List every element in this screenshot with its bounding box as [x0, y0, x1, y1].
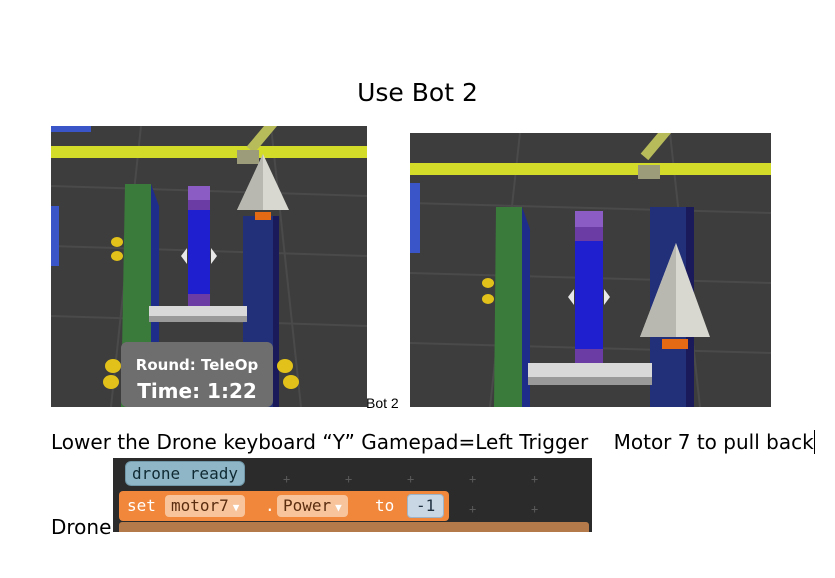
grid-dot: + — [469, 472, 477, 486]
overlay-round-text: Round: TeleOp — [136, 356, 259, 374]
property-dropdown[interactable]: Power ▼ — [277, 495, 348, 517]
set-keyword: set — [127, 496, 156, 515]
next-block-partial — [119, 522, 589, 532]
drone-label: Drone — [51, 515, 112, 539]
overlay-time-text: Time: 1:22 — [137, 379, 257, 403]
bot-view-image-right — [410, 133, 771, 407]
grid-dot: + — [283, 472, 291, 486]
grid-dot: + — [407, 472, 415, 486]
grid-dot: + — [531, 472, 539, 486]
to-keyword: to — [375, 496, 395, 515]
grid-dot: + — [345, 472, 353, 486]
document-title: Use Bot 2 — [357, 78, 478, 107]
image-caption: Bot 2 — [366, 395, 399, 411]
grid-dot: + — [469, 502, 477, 516]
dropdown-arrow-icon: ▼ — [232, 501, 240, 514]
text-cursor — [813, 430, 815, 454]
property-dropdown-value: Power — [283, 496, 332, 515]
drone-ready-block[interactable]: drone ready — [125, 461, 245, 486]
dropdown-arrow-icon: ▼ — [335, 501, 342, 514]
instruction-line: Lower the Drone keyboard “Y” Gamepad=Lef… — [51, 430, 815, 454]
motor-dropdown[interactable]: motor7 ▼ — [165, 495, 246, 517]
instruction-text: Lower the Drone keyboard “Y” Gamepad=Lef… — [51, 430, 814, 454]
set-motor-power-block[interactable]: set motor7 ▼ . Power ▼ to -1 — [119, 491, 449, 521]
value-input[interactable]: -1 — [407, 494, 445, 518]
block-code-snippet: + + + + + + + drone ready set motor7 ▼ . … — [113, 458, 592, 532]
dot-separator: . — [265, 496, 275, 515]
bot-view-image-left: Round: TeleOp Time: 1:22 — [51, 126, 367, 407]
motor-dropdown-value: motor7 — [171, 496, 229, 515]
grid-dot: + — [531, 502, 539, 516]
